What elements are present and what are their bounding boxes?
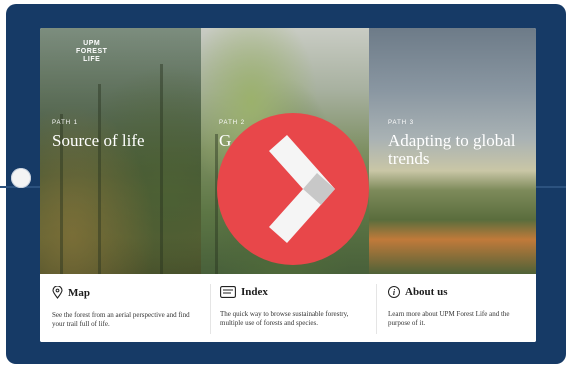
index-card[interactable]: Index The quick way to browse sustainabl… [220,286,365,328]
index-title: Index [241,286,268,298]
tree-trunk [160,64,163,274]
home-button[interactable] [11,168,31,188]
about-card[interactable]: i About us Learn more about UPM Forest L… [388,286,528,328]
brand-line-2: FOREST [76,48,108,55]
map-card[interactable]: Map See the forest from an aerial perspe… [52,286,202,329]
path-3-panel[interactable]: PATH 3 Adapting to global trends [369,28,536,274]
about-title: About us [405,286,448,298]
map-title: Map [68,286,90,299]
divider [210,284,211,334]
path-1-title: Source of life [52,131,145,150]
path-1-number: PATH 1 [52,120,79,126]
chevron-right-icon [269,135,335,243]
brand-line-3: LIFE [83,56,101,63]
bottom-navigation: Map See the forest from an aerial perspe… [40,274,536,342]
path-1-panel[interactable]: UPM FOREST LIFE PATH 1 Source of life [40,28,201,274]
index-icon [220,286,236,298]
about-description: Learn more about UPM Forest Life and the… [388,310,510,327]
tree-trunk [98,84,101,274]
path-3-number: PATH 3 [388,120,415,126]
map-pin-icon [52,286,63,299]
brand-logo[interactable]: UPM FOREST LIFE [76,40,107,64]
map-description: See the forest from an aerial perspectiv… [52,311,190,328]
path-3-title: Adapting to global trends [388,131,516,168]
divider [376,284,377,334]
info-icon: i [388,286,400,298]
index-description: The quick way to browse sustainable fore… [220,310,349,327]
play-button[interactable] [217,113,369,265]
brand-line-1: UPM [83,40,101,47]
